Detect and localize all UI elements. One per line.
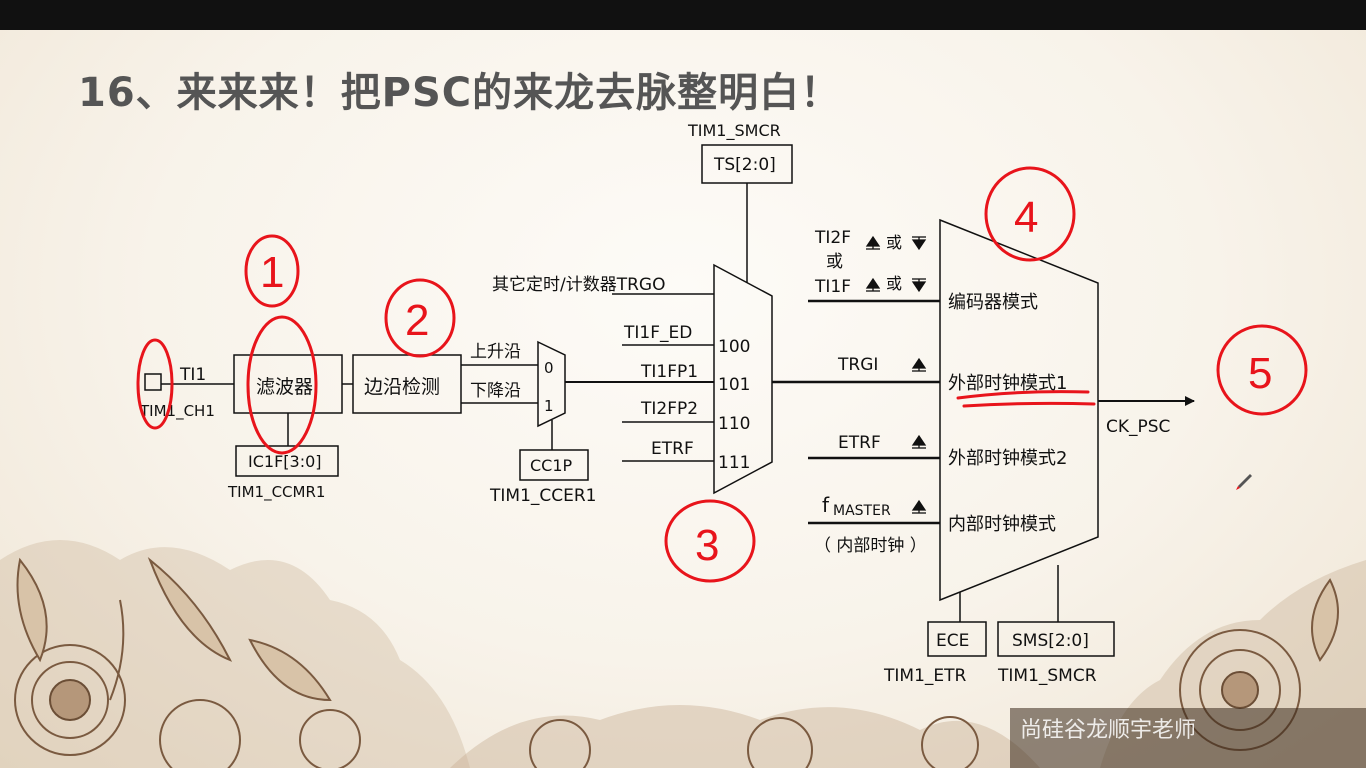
mode-mux (939, 218, 1099, 602)
ti1f-ed-label: TI1F_ED (623, 323, 692, 343)
encoder-input-ti1f: TI1F (814, 277, 851, 297)
filter-reg-field: IC1F[3:0] (248, 452, 322, 471)
fmaster-sub: MASTER (833, 503, 891, 519)
pen-cursor-icon (1236, 474, 1252, 490)
annotation-underline-2 (962, 401, 1096, 408)
fmaster-main: f (822, 493, 830, 517)
pin-label: TI1 (179, 365, 206, 385)
trgi-label: TRGI (837, 355, 878, 375)
cc1p-label: CC1P (530, 456, 573, 475)
annotation-number-4: 4 (1014, 193, 1038, 242)
mode-encoder: 编码器模式 (948, 292, 1038, 313)
smcr-top-label: TIM1_SMCR (687, 121, 781, 141)
filter-reg-name: TIM1_CCMR1 (227, 483, 325, 502)
ck-psc-label: CK_PSC (1106, 417, 1170, 437)
or-word-2: 或 (886, 274, 902, 293)
polarity-in1: 1 (544, 397, 554, 415)
etrf-input-label: ETRF (651, 439, 694, 459)
edge-symbol-etrf (911, 434, 927, 449)
mode-external-2: 外部时钟模式2 (948, 448, 1067, 469)
sms-label: SMS[2:0] (1012, 631, 1089, 651)
ti1fp1-code: 101 (718, 375, 750, 395)
video-top-bar (0, 0, 1366, 30)
etr-reg-name: TIM1_ETR (883, 666, 967, 686)
ti2fp2-label: TI2FP2 (640, 399, 698, 419)
slide: 16、来来来！把PSC的来龙去脉整明白！ 尚硅谷龙顺宇老师 TI1 TIM1_C… (0, 30, 1366, 768)
ccer1-label: TIM1_CCER1 (489, 486, 597, 506)
pin-name: TIM1_CH1 (139, 402, 215, 421)
filter-label: 滤波器 (256, 376, 313, 398)
polarity-in0: 0 (544, 359, 554, 377)
trgo-input-label: 其它定时/计数器TRGO (492, 275, 665, 295)
falling-edge-label: 下降沿 (470, 381, 521, 401)
annotation-number-5: 5 (1248, 349, 1272, 398)
internal-clock-note: （ 内部时钟 ） (814, 536, 927, 556)
edge-detect-label: 边沿检测 (364, 376, 440, 398)
encoder-or-word: 或 (826, 252, 843, 272)
smcr-reg-name: TIM1_SMCR (997, 666, 1097, 686)
edge-symbol-trgi (911, 357, 927, 372)
ts-label: TS[2:0] (713, 155, 776, 175)
etrf-code: 111 (718, 453, 750, 473)
annotation-number-2: 2 (405, 296, 429, 345)
encoder-input-ti2f: TI2F (814, 228, 851, 248)
etrf-mode-label: ETRF (838, 433, 881, 453)
input-pin-square (144, 373, 162, 391)
edge-symbol-fmaster (911, 499, 927, 514)
diagram-svg: 尚硅谷龙顺宇老师 TI1 TIM1_CH1 滤波器 IC1F[3:0] TIM1… (0, 121, 1366, 768)
ti1fp1-label: TI1FP1 (640, 362, 698, 382)
or-word-1: 或 (886, 233, 902, 252)
watermark-text: 尚硅谷龙顺宇老师 (1020, 718, 1196, 743)
annotation-number-3: 3 (695, 521, 719, 570)
mode-internal: 内部时钟模式 (948, 514, 1056, 535)
ti2fp2-code: 110 (718, 414, 750, 434)
ece-label: ECE (936, 631, 969, 651)
ti1f-ed-code: 100 (718, 337, 750, 357)
rising-edge-label: 上升沿 (470, 342, 521, 362)
annotation-number-1: 1 (260, 248, 284, 297)
